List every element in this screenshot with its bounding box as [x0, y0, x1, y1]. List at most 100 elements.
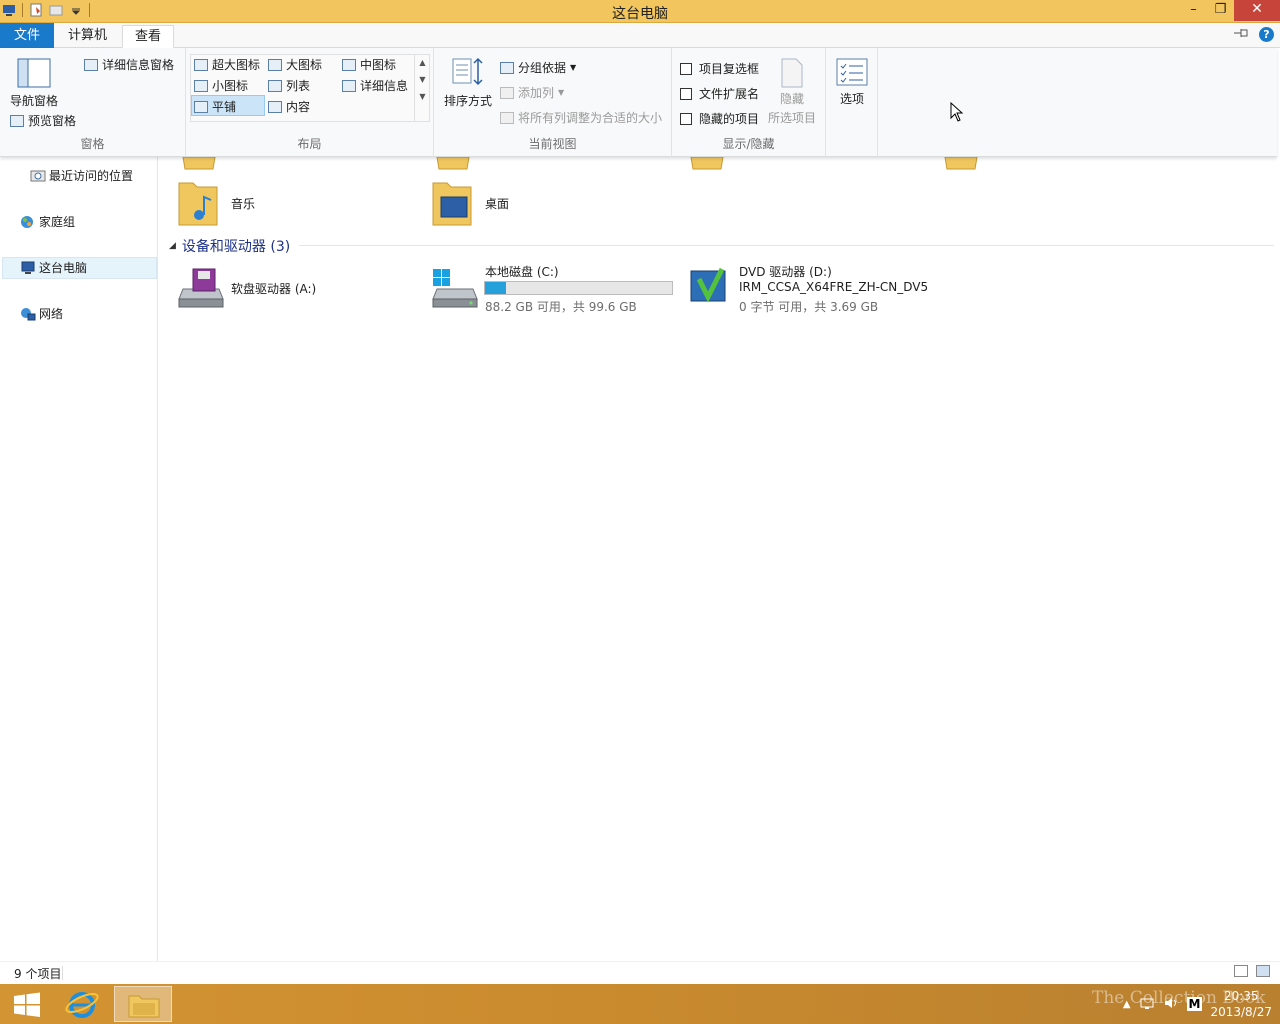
layout-list[interactable]: 列表: [268, 77, 310, 94]
large-icons-view-icon[interactable]: [1256, 965, 1270, 977]
nav-pane-icon: [17, 58, 51, 88]
layout-gallery-scroll[interactable]: ▲ ▼ ▼: [414, 54, 430, 122]
mouse-cursor-icon: [950, 102, 964, 122]
folder-music[interactable]: 音乐: [177, 177, 407, 229]
hide-selected-label-1: 隐藏: [780, 92, 805, 106]
status-bar: 9 个项目: [0, 961, 1280, 984]
hidden-items-toggle[interactable]: 隐藏的项目: [680, 110, 759, 127]
folder-label: 音乐: [231, 197, 256, 211]
file-extensions-checkbox[interactable]: [680, 87, 692, 100]
restore-button[interactable]: ❐: [1207, 0, 1234, 21]
details-pane-icon: [84, 58, 98, 71]
hidden-items-label: 隐藏的项目: [699, 112, 760, 126]
nav-label-network: 网络: [39, 307, 64, 321]
content-label: 内容: [286, 100, 311, 114]
file-explorer-icon: [128, 995, 160, 1018]
ribbon-panel: 导航窗格 预览窗格 详细信息窗格 窗格 布局 超大图标 大图标 中图标 小图标 …: [0, 48, 1277, 157]
item-checkboxes-checkbox[interactable]: [680, 62, 692, 75]
scroll-up-icon[interactable]: ▲: [415, 58, 430, 67]
medium-icons-label: 中图标: [360, 58, 397, 72]
tab-view[interactable]: 查看: [122, 25, 175, 48]
layout-extra-large-icons[interactable]: 超大图标: [194, 56, 260, 73]
layout-medium-icons[interactable]: 中图标: [342, 56, 396, 73]
details-pane-button[interactable]: 详细信息窗格: [84, 56, 174, 73]
details-label: 详细信息: [360, 79, 409, 93]
collapse-arrow-icon[interactable]: ◢: [169, 241, 176, 251]
hidden-items-checkbox[interactable]: [680, 112, 692, 125]
status-separator: [62, 966, 63, 980]
show-hidden-icons-icon[interactable]: ▲: [1123, 999, 1131, 1010]
section-title: 设备和驱动器 (3): [181, 239, 291, 255]
windows-logo-icon: [14, 992, 40, 1017]
network-tray-icon[interactable]: [1139, 996, 1155, 1013]
taskbar-file-explorer[interactable]: [114, 986, 172, 1022]
input-method-icon[interactable]: M: [1186, 997, 1203, 1011]
tiles-icon: [194, 100, 208, 113]
layout-tiles[interactable]: 平铺: [194, 98, 236, 115]
tiles-label: 平铺: [212, 100, 237, 114]
folder-desktop[interactable]: 桌面: [431, 177, 661, 229]
layout-content[interactable]: 内容: [268, 98, 310, 115]
taskbar-ie[interactable]: [54, 986, 112, 1022]
add-columns-label: 添加列: [518, 86, 555, 100]
layout-details[interactable]: 详细信息: [342, 77, 408, 94]
scroll-down-icon[interactable]: ▼: [415, 75, 430, 84]
local-disk-icon: [432, 269, 478, 308]
nav-item-homegroup[interactable]: 家庭组: [20, 213, 75, 230]
group-label-current-view: 当前视图: [528, 137, 577, 151]
nav-item-recent[interactable]: 最近访问的位置: [30, 167, 133, 184]
drive-usage-fill: [485, 282, 506, 294]
pin-ribbon-icon[interactable]: [1233, 27, 1249, 42]
sort-by-label: 排序方式: [444, 94, 493, 108]
minimize-button[interactable]: –: [1180, 0, 1207, 21]
help-icon[interactable]: ?: [1259, 27, 1274, 42]
tab-computer[interactable]: 计算机: [56, 25, 119, 48]
start-button[interactable]: [4, 988, 48, 1020]
preview-pane-button[interactable]: 预览窗格: [10, 112, 76, 129]
group-by-icon: [500, 61, 514, 74]
hide-selected-button[interactable]: 隐藏 所选项目: [768, 58, 816, 126]
file-extensions-toggle[interactable]: 文件扩展名: [680, 85, 759, 102]
nav-label-homegroup: 家庭组: [39, 215, 76, 229]
drive-name: 软盘驱动器 (A:): [231, 282, 317, 296]
item-checkboxes-toggle[interactable]: 项目复选框: [680, 60, 759, 77]
dropdown-arrow-icon: ▼: [570, 63, 577, 72]
ribbon-tabs: 文件 计算机 查看 ?: [0, 23, 1280, 48]
size-columns-icon: [500, 111, 514, 124]
nav-pane-button[interactable]: 导航窗格: [10, 58, 58, 109]
add-columns-button[interactable]: 添加列 ▼: [500, 84, 564, 101]
close-button[interactable]: ✕: [1234, 0, 1280, 21]
extra-large-icons-label: 超大图标: [212, 58, 261, 72]
content-icon: [268, 100, 282, 113]
section-devices-drives[interactable]: ◢ 设备和驱动器 (3): [169, 236, 290, 256]
sort-by-button[interactable]: 排序方式: [444, 56, 492, 109]
dropdown-arrow-icon: ▼: [558, 88, 565, 97]
item-checkboxes-label: 项目复选框: [699, 62, 760, 76]
layout-large-icons[interactable]: 大图标: [268, 56, 322, 73]
nav-item-network[interactable]: 网络: [20, 305, 63, 322]
internet-explorer-icon: [65, 992, 99, 1018]
clock[interactable]: 20:35 2013/8/27: [1210, 988, 1272, 1020]
nav-pane-label: 导航窗格: [10, 94, 59, 108]
gallery-more-icon[interactable]: ▼: [415, 92, 430, 101]
size-columns-label: 将所有列调整为合适的大小: [518, 111, 663, 125]
options-button[interactable]: 选项: [836, 58, 868, 107]
volume-icon[interactable]: [1163, 996, 1179, 1013]
folder-icon: [944, 157, 978, 170]
drive-dvd-d[interactable]: DVD 驱动器 (D:) IRM_CCSA_X64FRE_ZH-CN_DV5 0…: [685, 263, 985, 315]
network-icon: [20, 307, 36, 321]
group-show-hide: 项目复选框 文件扩展名 隐藏的项目 隐藏 所选项目 显示/隐藏: [672, 48, 826, 157]
group-by-button[interactable]: 分组依据 ▼: [500, 59, 576, 76]
layout-small-icons[interactable]: 小图标: [194, 77, 248, 94]
list-label: 列表: [286, 79, 311, 93]
details-view-icon[interactable]: [1234, 965, 1248, 977]
drive-floppy[interactable]: 软盘驱动器 (A:): [177, 263, 407, 313]
nav-item-this-pc[interactable]: 这台电脑: [20, 259, 87, 276]
group-label-show-hide: 显示/隐藏: [722, 137, 775, 151]
sort-icon: [452, 57, 483, 86]
tab-file[interactable]: 文件: [0, 23, 55, 48]
list-icon: [268, 79, 282, 92]
window-controls: – ❐ ✕: [1180, 0, 1280, 23]
preview-pane-label: 预览窗格: [28, 114, 77, 128]
size-columns-button[interactable]: 将所有列调整为合适的大小: [500, 109, 662, 126]
